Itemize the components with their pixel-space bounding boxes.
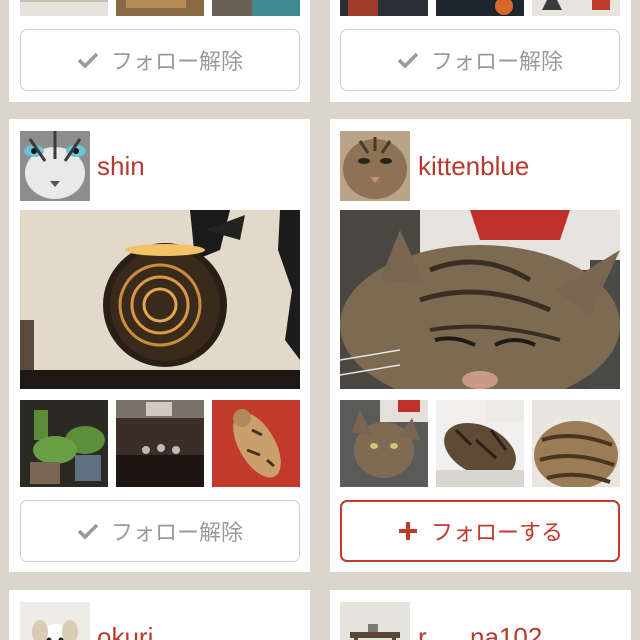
unfollow-button[interactable]: フォロー解除 xyxy=(20,29,300,91)
checkmark-icon xyxy=(77,522,99,540)
unfollow-button-label: フォロー解除 xyxy=(110,521,243,546)
user-card-top-right: フォロー解除 xyxy=(330,0,631,102)
unfollow-button[interactable]: フォロー解除 xyxy=(20,500,300,562)
follow-button[interactable]: フォローする xyxy=(340,500,620,562)
avatar[interactable] xyxy=(340,131,410,201)
unfollow-button-label: フォロー解除 xyxy=(110,50,243,75)
card-thumbnail[interactable] xyxy=(532,400,620,487)
avatar[interactable] xyxy=(20,131,90,201)
follow-button-label: フォローする xyxy=(430,521,563,546)
card-thumbnail[interactable] xyxy=(20,0,108,16)
card-thumbnail[interactable] xyxy=(436,0,524,16)
card-thumbnail[interactable] xyxy=(20,400,108,487)
username-link[interactable]: r___na102 xyxy=(418,622,542,640)
plus-icon xyxy=(397,520,419,542)
card-thumbnail[interactable] xyxy=(212,400,300,487)
checkmark-icon xyxy=(77,51,99,69)
user-card-top-left: フォロー解除 xyxy=(9,0,310,102)
card-thumbnail[interactable] xyxy=(212,0,300,16)
card-thumbnail[interactable] xyxy=(340,400,428,487)
user-card-shin: shin フォロー解除 xyxy=(9,119,310,572)
avatar[interactable] xyxy=(20,602,90,640)
username-link[interactable]: okuri xyxy=(97,622,153,640)
featured-photo[interactable] xyxy=(340,210,620,389)
user-card-r-na102: r___na102 xyxy=(330,590,631,640)
checkmark-icon xyxy=(397,51,419,69)
user-card-kittenblue: kittenblue フォローする xyxy=(330,119,631,572)
card-thumbnail[interactable] xyxy=(532,0,620,16)
card-thumbnail[interactable] xyxy=(340,0,428,16)
card-thumbnail[interactable] xyxy=(116,0,204,16)
featured-photo[interactable] xyxy=(20,210,300,389)
username-link[interactable]: kittenblue xyxy=(418,151,529,181)
card-thumbnail[interactable] xyxy=(436,400,524,487)
card-thumbnail[interactable] xyxy=(116,400,204,487)
user-card-okuri: okuri xyxy=(9,590,310,640)
unfollow-button[interactable]: フォロー解除 xyxy=(340,29,620,91)
unfollow-button-label: フォロー解除 xyxy=(430,50,563,75)
avatar[interactable] xyxy=(340,602,410,640)
username-link[interactable]: shin xyxy=(97,151,145,181)
